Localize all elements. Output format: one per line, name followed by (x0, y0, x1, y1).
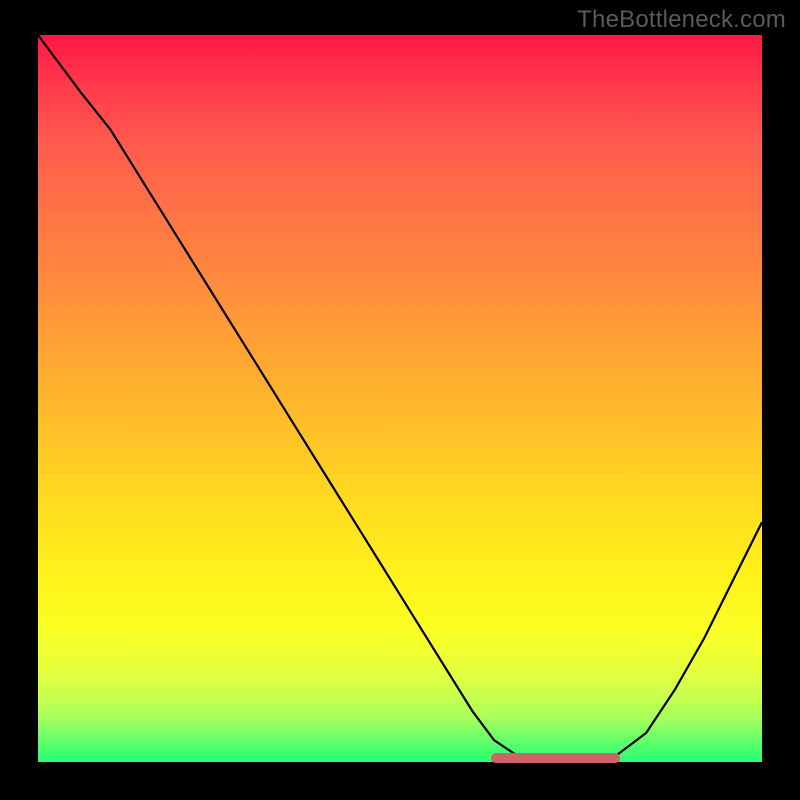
watermark-text: TheBottleneck.com (577, 6, 786, 34)
valley-highlight (491, 753, 620, 763)
plot-area (38, 35, 762, 762)
chart-container: TheBottleneck.com (0, 0, 800, 800)
bottleneck-curve (38, 35, 762, 762)
